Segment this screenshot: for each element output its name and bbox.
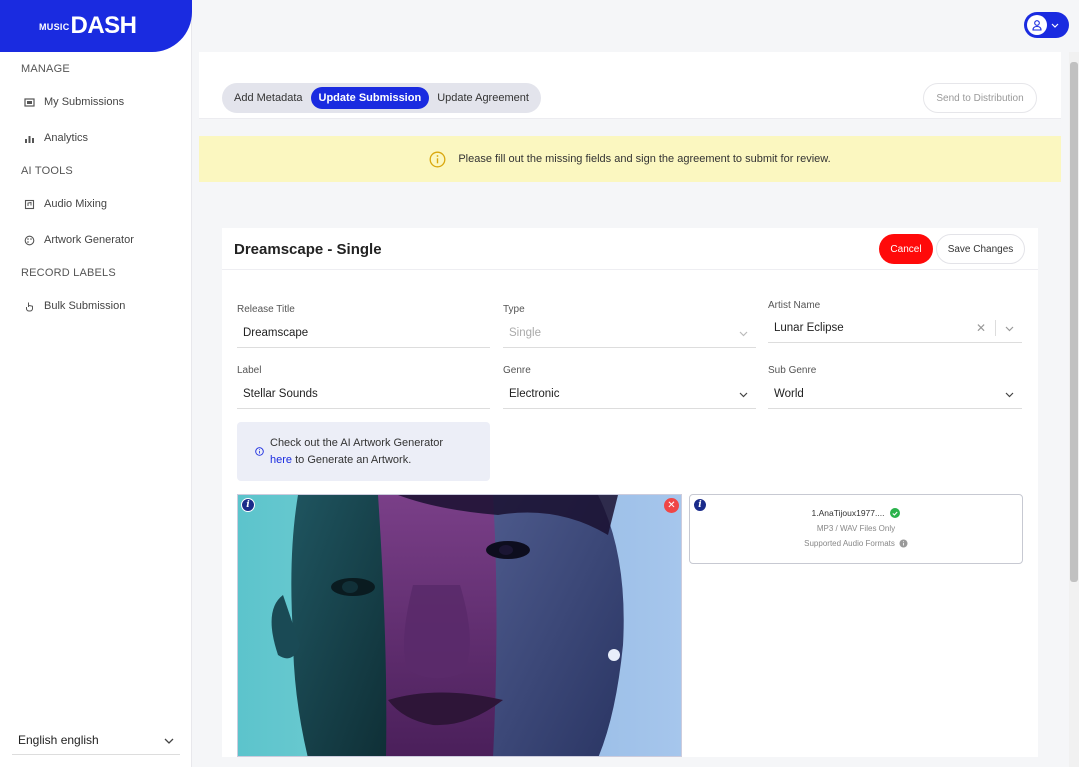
release-title-label: Release Title bbox=[237, 304, 295, 315]
tab-add-metadata[interactable]: Add Metadata bbox=[226, 87, 311, 109]
info-circle-icon bbox=[255, 447, 264, 456]
sidebar-item-artwork-generator[interactable]: Artwork Generator bbox=[24, 234, 134, 246]
artwork-generator-link[interactable]: here bbox=[270, 454, 292, 466]
sidebar-item-label: Analytics bbox=[44, 132, 89, 144]
page-title: Dreamscape - Single bbox=[234, 241, 382, 258]
release-title-value: Dreamscape bbox=[243, 326, 309, 339]
genre-label: Genre bbox=[503, 365, 531, 376]
artwork-preview: i ✕ bbox=[237, 494, 682, 757]
artist-name-value: Lunar Eclipse bbox=[774, 321, 844, 334]
sidebar-item-label: Artwork Generator bbox=[44, 234, 134, 246]
chevron-down-icon[interactable] bbox=[1005, 323, 1014, 335]
audio-formats-note: MP3 / WAV Files Only bbox=[816, 524, 896, 533]
scrollbar-thumb[interactable] bbox=[1070, 62, 1078, 582]
audio-file-icon bbox=[24, 199, 35, 210]
sidebar-item-label: My Submissions bbox=[44, 96, 125, 108]
audio-upload-box[interactable]: i 1.AnaTijoux1977.... MP3 / WAV Files On… bbox=[689, 494, 1023, 564]
chevron-down-icon bbox=[1005, 389, 1014, 401]
step-tabs: Add Metadata Update Submission Update Ag… bbox=[222, 83, 541, 113]
warning-banner: Please fill out the missing fields and s… bbox=[199, 136, 1061, 182]
sidebar-item-bulk-submission[interactable]: Bulk Submission bbox=[24, 300, 125, 312]
artwork-image bbox=[238, 495, 681, 756]
send-to-distribution-button[interactable]: Send to Distribution bbox=[923, 83, 1037, 113]
chevron-down-icon bbox=[739, 389, 748, 401]
sidebar-item-audio-mixing[interactable]: Audio Mixing bbox=[24, 198, 107, 210]
supported-formats-label: Supported Audio Formats bbox=[804, 539, 895, 548]
language-select[interactable]: English english bbox=[12, 725, 180, 755]
sidebar-item-analytics[interactable]: Analytics bbox=[24, 132, 88, 144]
chevron-down-icon bbox=[164, 733, 174, 747]
info-circle-icon bbox=[429, 151, 446, 168]
genre-select[interactable]: Electronic bbox=[503, 379, 756, 409]
brand-small-text: MUSIC bbox=[39, 22, 70, 32]
audio-file-name: 1.AnaTijoux1977.... bbox=[811, 508, 885, 518]
bar-chart-icon bbox=[24, 133, 35, 144]
type-label: Type bbox=[503, 304, 525, 315]
hand-pointer-icon bbox=[24, 301, 35, 312]
tip-line-1: Check out the AI Artwork Generator bbox=[270, 436, 444, 449]
help-icon[interactable] bbox=[899, 539, 908, 548]
save-changes-button[interactable]: Save Changes bbox=[936, 234, 1025, 264]
user-avatar-icon bbox=[1027, 15, 1047, 35]
release-title-input[interactable]: Dreamscape bbox=[237, 318, 490, 348]
select-separator bbox=[995, 320, 996, 336]
sub-genre-select[interactable]: World bbox=[768, 379, 1022, 409]
palette-icon bbox=[24, 235, 35, 246]
page-scrollbar[interactable] bbox=[1069, 52, 1079, 767]
artwork-generator-tip: Check out the AI Artwork Generator here … bbox=[237, 422, 490, 481]
language-value: English english bbox=[18, 732, 99, 747]
artist-name-label: Artist Name bbox=[768, 300, 821, 311]
cancel-button[interactable]: Cancel bbox=[879, 234, 933, 264]
type-select: Single bbox=[503, 318, 756, 348]
clear-icon[interactable]: ✕ bbox=[976, 321, 986, 335]
card-header: Dreamscape - Single Cancel Save Changes bbox=[222, 228, 1038, 270]
audio-file-row: 1.AnaTijoux1977.... bbox=[690, 508, 1022, 518]
section-record-labels: RECORD LABELS bbox=[21, 267, 116, 279]
sidebar-item-label: Audio Mixing bbox=[44, 198, 107, 210]
banner-text: Please fill out the missing fields and s… bbox=[458, 153, 831, 165]
chevron-down-icon bbox=[739, 328, 748, 340]
sidebar-item-my-submissions[interactable]: My Submissions bbox=[24, 96, 124, 108]
sidebar-item-label: Bulk Submission bbox=[44, 300, 126, 312]
check-circle-icon bbox=[890, 508, 901, 518]
genre-value: Electronic bbox=[509, 387, 560, 400]
submission-toolbar: Add Metadata Update Submission Update Ag… bbox=[199, 52, 1061, 119]
artwork-info-icon[interactable]: i bbox=[241, 498, 255, 512]
release-card: Dreamscape - Single Cancel Save Changes … bbox=[222, 228, 1038, 757]
artist-name-select[interactable]: Lunar Eclipse ✕ bbox=[768, 313, 1022, 343]
sub-genre-label: Sub Genre bbox=[768, 365, 817, 376]
type-value: Single bbox=[509, 326, 541, 339]
tab-update-agreement[interactable]: Update Agreement bbox=[429, 87, 537, 109]
tip-line-2: to Generate an Artwork. bbox=[292, 453, 412, 466]
tab-update-submission[interactable]: Update Submission bbox=[310, 87, 430, 109]
label-input[interactable]: Stellar Sounds bbox=[237, 379, 490, 409]
brand-big-text: DASH bbox=[70, 12, 138, 39]
film-icon bbox=[24, 97, 35, 108]
chevron-down-icon bbox=[1051, 23, 1059, 28]
section-ai-tools: AI TOOLS bbox=[21, 165, 73, 177]
user-menu-button[interactable] bbox=[1024, 12, 1069, 38]
supported-formats-row: Supported Audio Formats bbox=[690, 539, 1022, 548]
sidebar: MUSIC DASH MANAGE My Submissions Analyti… bbox=[0, 0, 192, 767]
section-manage: MANAGE bbox=[21, 63, 70, 75]
label-field-label: Label bbox=[237, 365, 262, 376]
label-value: Stellar Sounds bbox=[243, 387, 318, 400]
brand-logo[interactable]: MUSIC DASH bbox=[0, 0, 192, 52]
sub-genre-value: World bbox=[774, 387, 804, 400]
remove-artwork-icon[interactable]: ✕ bbox=[664, 498, 679, 513]
